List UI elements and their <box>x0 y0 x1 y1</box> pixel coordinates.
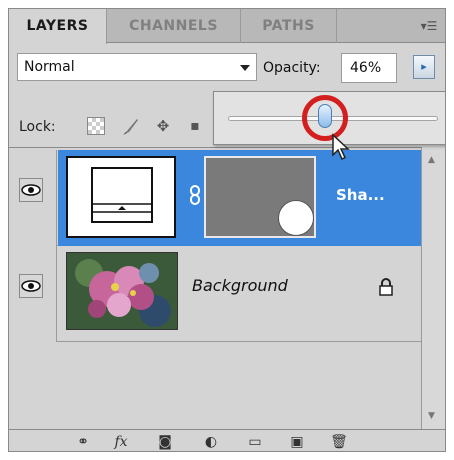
mask-circle-shape <box>278 200 314 236</box>
lock-label: Lock: <box>19 119 56 135</box>
fx-styles-icon[interactable]: fx <box>109 432 133 451</box>
eye-icon[interactable] <box>19 178 43 202</box>
layers-toolbar: ⚭ fx ◙ ◐ ▭ ▣ 🗑 <box>9 429 445 451</box>
layer-row-shape[interactable]: Sha... <box>9 150 421 246</box>
lock-transparent-pixels-icon[interactable] <box>87 117 105 135</box>
chevron-down-icon <box>240 65 250 71</box>
blend-mode-select[interactable]: Normal <box>17 53 257 81</box>
tab-layers[interactable]: LAYERS <box>9 9 107 44</box>
tab-bar: LAYERS CHANNELS PATHS ▾☰ <box>9 9 445 44</box>
chain-link-icon[interactable] <box>188 184 202 210</box>
layer-name[interactable]: Sha... <box>336 186 385 204</box>
layers-panel: LAYERS CHANNELS PATHS ▾☰ Normal Opacity:… <box>8 8 446 452</box>
layer-main-area: Sha... <box>58 150 421 246</box>
eye-icon[interactable] <box>19 274 43 298</box>
layer-name[interactable]: Background <box>192 276 288 295</box>
opacity-slider-toggle[interactable]: ▸ <box>413 55 435 79</box>
mouse-cursor-icon <box>331 133 353 165</box>
new-layer-icon[interactable]: ▣ <box>285 432 309 451</box>
vector-mask-thumbnail[interactable] <box>204 156 316 238</box>
layer-thumbnail[interactable] <box>66 156 176 238</box>
scroll-up-icon[interactable]: ▲ <box>428 155 435 165</box>
layer-row-background[interactable]: Background <box>9 246 421 342</box>
scroll-down-icon[interactable]: ▼ <box>428 411 435 421</box>
layers-list: Sha... Background <box>9 147 421 429</box>
brush-icon[interactable] <box>121 115 141 137</box>
triangle-right-icon: ▸ <box>421 60 427 73</box>
visibility-cell <box>9 150 57 246</box>
opacity-label: Opacity: <box>263 60 321 76</box>
tab-paths[interactable]: PATHS <box>241 9 337 43</box>
move-icon[interactable]: ✥ <box>153 115 173 137</box>
link-layers-icon[interactable]: ⚭ <box>71 432 95 451</box>
background-photo-thumbnail[interactable] <box>66 252 178 330</box>
padlock-icon[interactable]: ▪ <box>185 115 205 137</box>
blend-mode-value: Normal <box>24 59 75 75</box>
visibility-cell <box>9 246 57 342</box>
trash-icon[interactable]: 🗑 <box>327 432 351 451</box>
tab-channels[interactable]: CHANNELS <box>107 9 241 43</box>
layer-main-area: Background <box>58 246 421 342</box>
panel-menu-icon[interactable]: ▾☰ <box>419 18 439 34</box>
new-group-folder-icon[interactable]: ▭ <box>243 432 267 451</box>
opacity-slider-popup <box>213 91 445 145</box>
add-mask-icon[interactable]: ◙ <box>153 432 177 451</box>
padlock-icon <box>376 276 396 298</box>
adjustment-layer-icon[interactable]: ◐ <box>199 432 223 451</box>
layers-scrollbar[interactable]: ▲ ▼ <box>421 147 445 429</box>
opacity-field[interactable]: 46% <box>341 53 397 83</box>
